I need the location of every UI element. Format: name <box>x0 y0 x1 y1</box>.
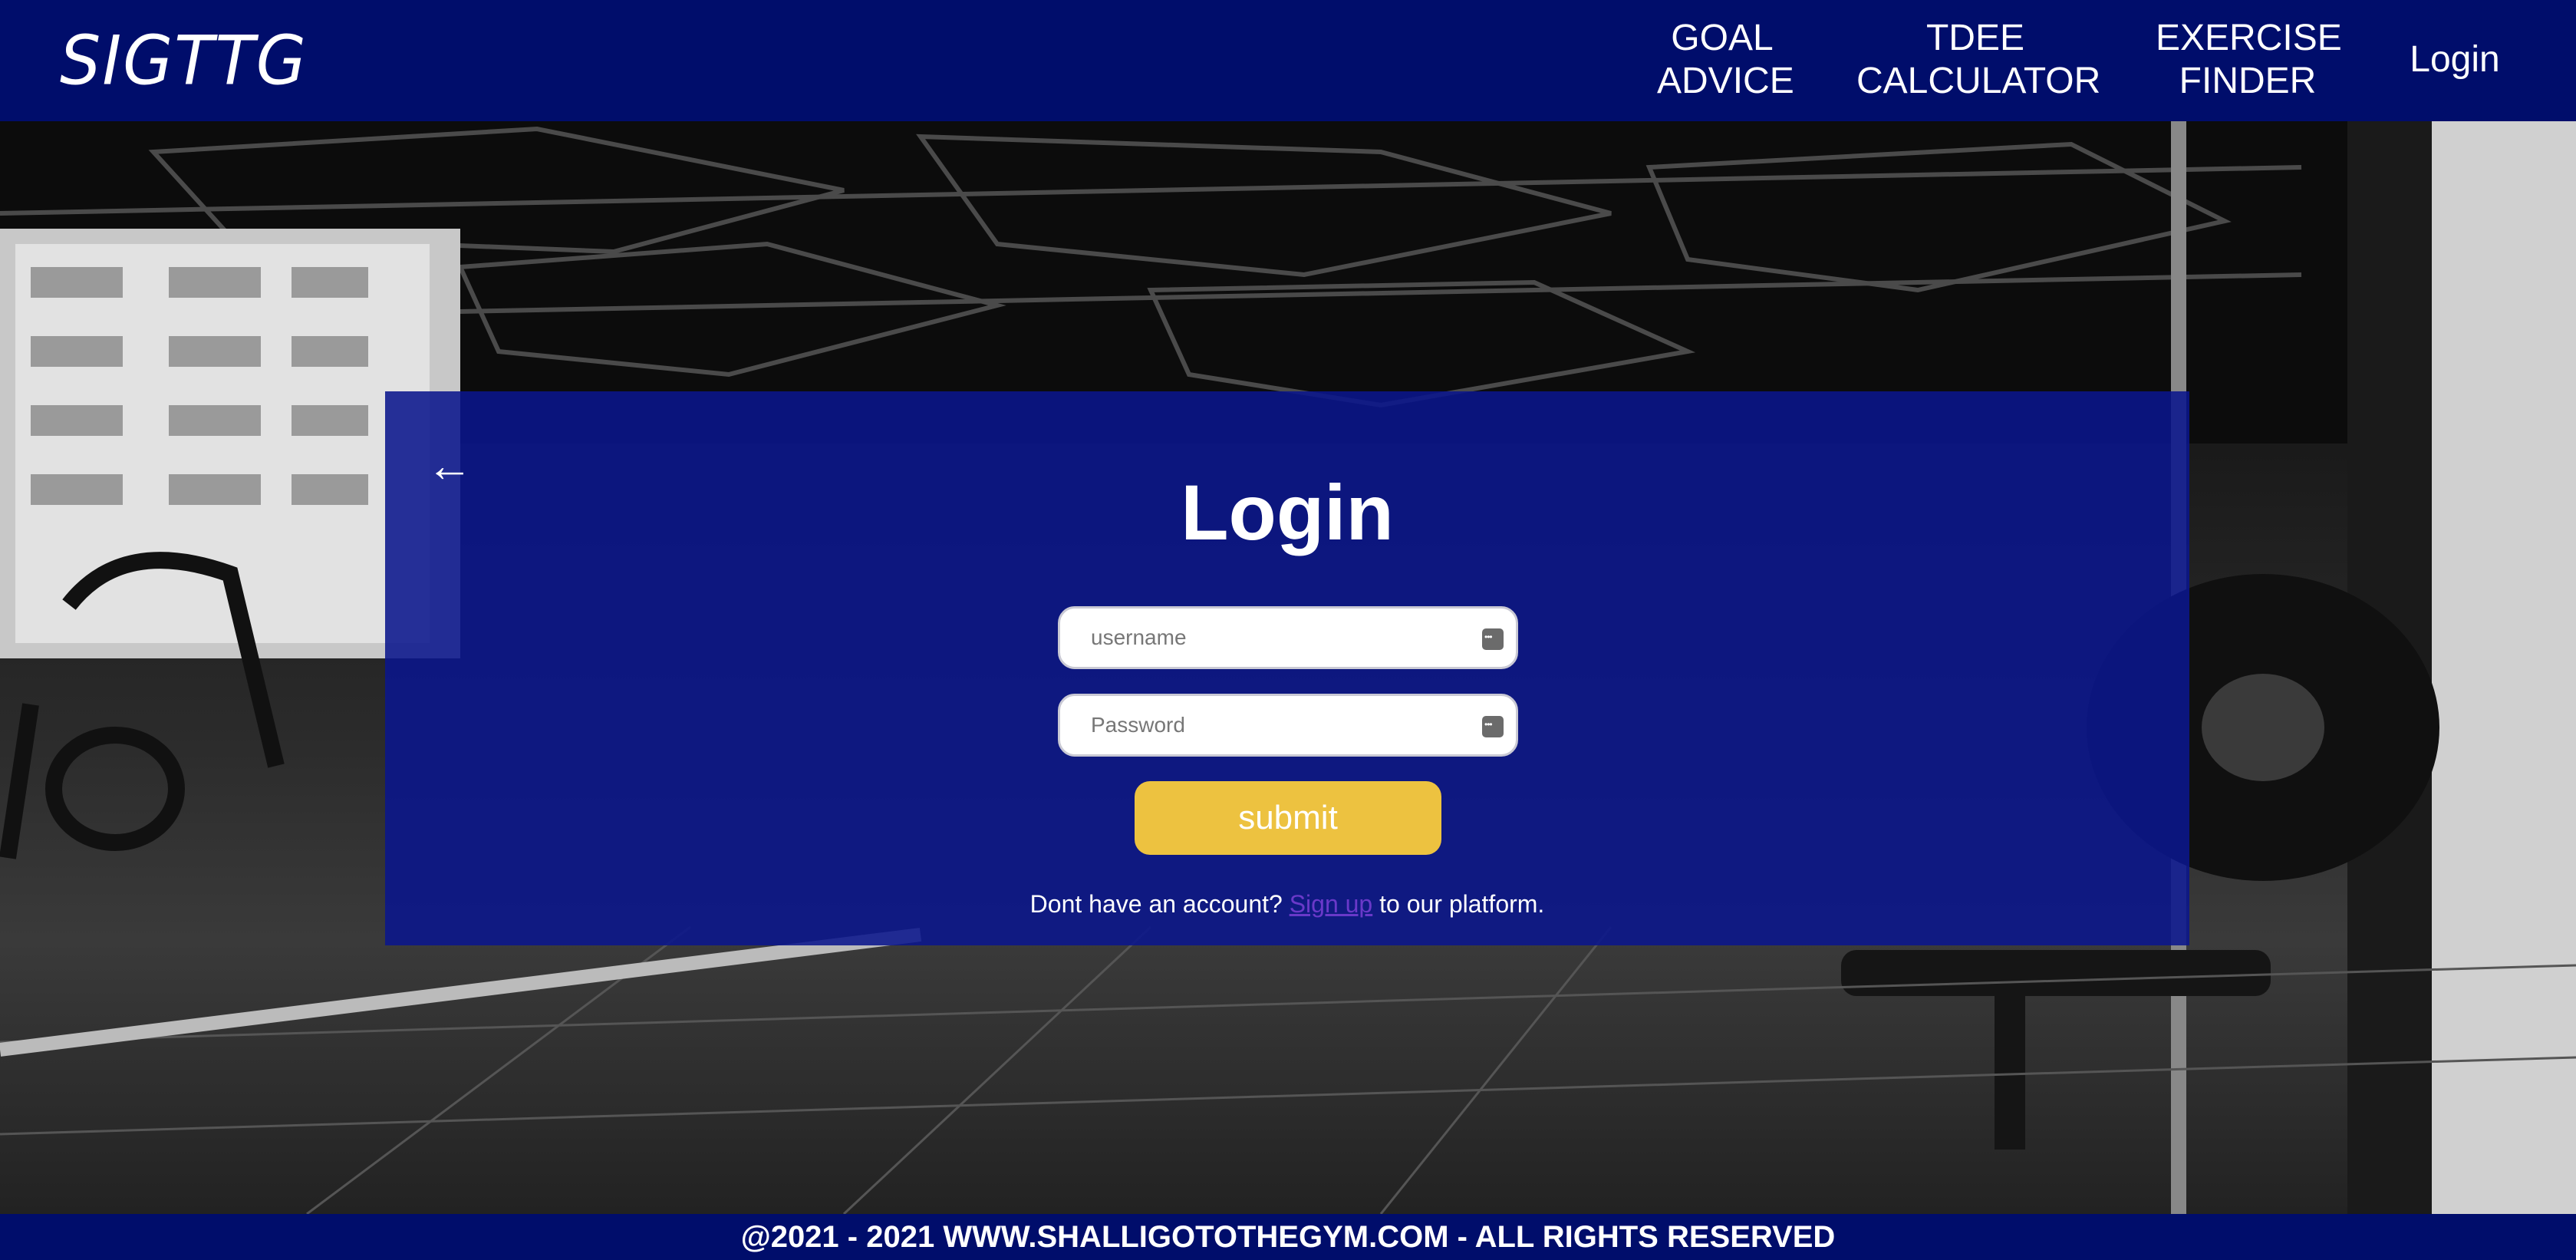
nav-goal-advice-line2: ADVICE <box>1657 61 1794 101</box>
nav-login-label: Login <box>2410 39 2500 80</box>
nav-exercise-line1: EXERCISE <box>2156 18 2342 58</box>
footer: @2021 - 2021 WWW.SHALLIGOTOTHEGYM.COM - … <box>0 1214 2576 1260</box>
nav-tdee-calculator[interactable]: TDEE CALCULATOR <box>1856 17 2101 103</box>
nav-login[interactable]: Login <box>2401 38 2508 81</box>
login-panel: ← Login username Password submit Dont ha… <box>385 391 2189 945</box>
footer-copyright: @2021 - 2021 WWW.SHALLIGOTOTHEGYM.COM - … <box>740 1220 1836 1254</box>
nav-goal-advice[interactable]: GOAL ADVICE <box>1657 17 1794 103</box>
username-field[interactable]: username <box>1058 606 1518 669</box>
password-manager-icon[interactable] <box>1482 628 1504 650</box>
login-title: Login <box>1181 469 1394 556</box>
password-field[interactable]: Password <box>1058 694 1518 757</box>
signup-prompt: Dont have an account? Sign up to our pla… <box>385 890 2189 919</box>
signup-link[interactable]: Sign up <box>1290 890 1373 918</box>
nav-tdee-line1: TDEE <box>1925 18 2024 58</box>
password-placeholder: Password <box>1091 713 1185 737</box>
site-logo[interactable]: SIGTTG <box>60 21 308 101</box>
top-navbar: SIGTTG GOAL ADVICE TDEE CALCULATOR EXERC… <box>0 0 2576 121</box>
nav-goal-advice-line1: GOAL <box>1671 18 1774 58</box>
submit-button[interactable]: submit <box>1135 781 1441 855</box>
signup-suffix: to our platform. <box>1379 890 1545 918</box>
password-manager-icon[interactable] <box>1482 716 1504 737</box>
username-placeholder: username <box>1091 625 1187 649</box>
nav-tdee-line2: CALCULATOR <box>1856 61 2101 101</box>
nav-exercise-line2: FINDER <box>2179 61 2317 101</box>
nav-exercise-finder[interactable]: EXERCISE FINDER <box>2156 17 2342 103</box>
signup-prefix: Dont have an account? <box>1029 890 1283 918</box>
